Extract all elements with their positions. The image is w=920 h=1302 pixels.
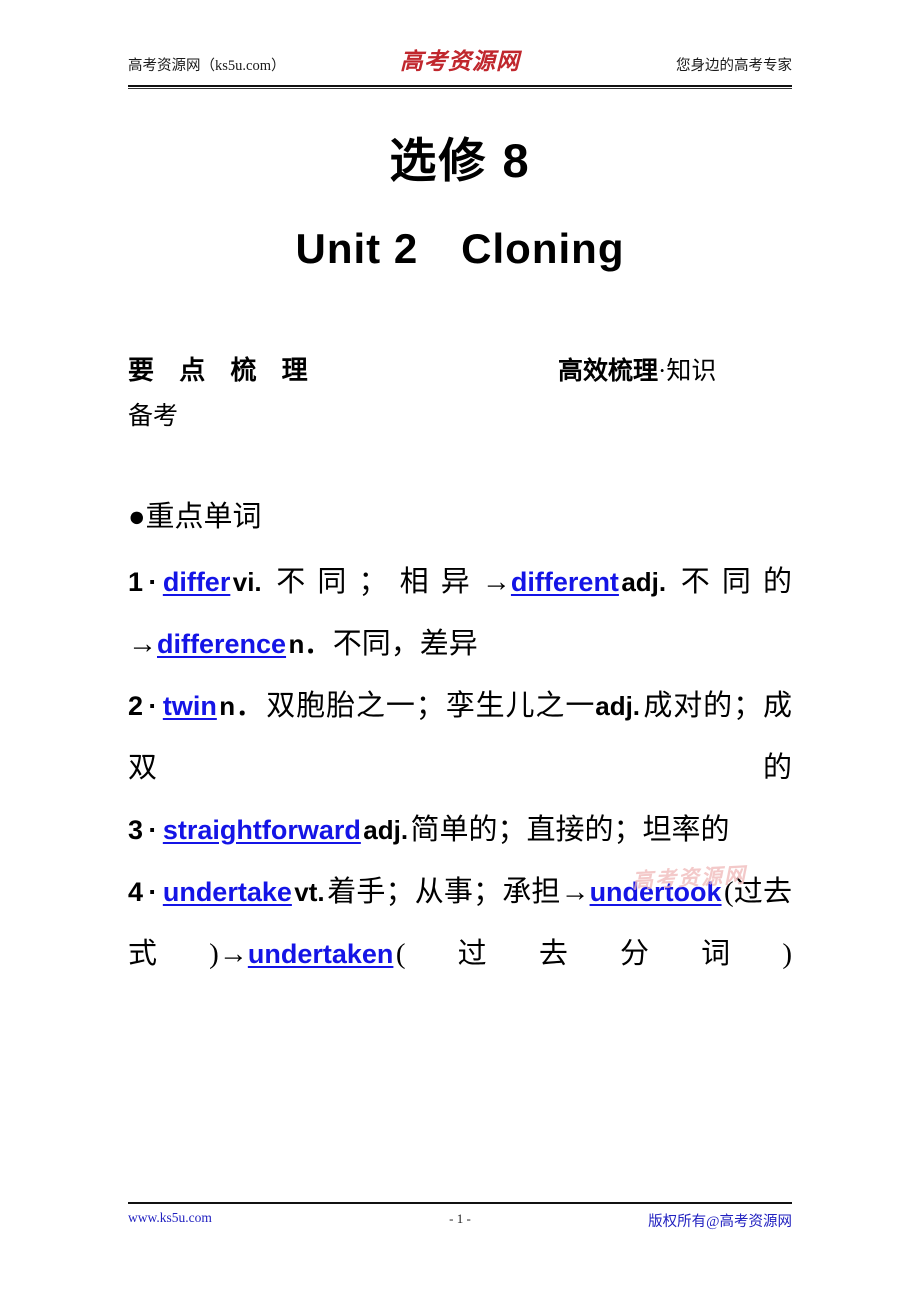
entry-keyword[interactable]: straightforward <box>163 815 361 845</box>
entry-definition: 不同的 <box>668 566 792 598</box>
entry-definition: 不同，差异 <box>332 628 478 660</box>
derivation-arrow-icon: → <box>128 628 157 660</box>
section-subheading-strong: 高效梳理 <box>558 357 659 385</box>
vocabulary-entry: 2 · twin n． 双胞胎之一；孪生儿之一adj. 成对的；成双的 <box>128 675 792 799</box>
entry-keyword[interactable]: twin <box>163 691 217 721</box>
vocabulary-entry: 1 · differ vi. 不同；相异→different adj. 不同的→… <box>128 551 792 675</box>
section-subheading-light: ·知识 <box>658 358 717 385</box>
section-band: 要 点 梳 理 高效梳理·知识 备考 <box>128 350 792 430</box>
entry-keyword[interactable]: differ <box>163 567 231 597</box>
entry-part-of-speech: adj. <box>621 567 667 597</box>
content-body: ●重点单词 1 · differ vi. 不同；相异→different adj… <box>128 493 792 985</box>
section-subheading: 高效梳理·知识 <box>558 351 716 387</box>
entry-keyword[interactable]: undertook <box>590 877 722 907</box>
title-block: 选修 8 Unit 2 Cloning <box>128 130 792 278</box>
footer-copyright: 版权所有@高考资源网 <box>648 1214 792 1230</box>
section-band-line: 要 点 梳 理 高效梳理·知识 备考 <box>128 350 792 430</box>
entry-definition: 着手；从事；承担 <box>327 876 561 908</box>
entry-part-of-speech: adj. <box>363 815 409 845</box>
derivation-arrow-icon: → <box>481 566 511 598</box>
derivation-arrow-icon: → <box>560 876 590 908</box>
header-row: 高考资源网（ks5u.com） 高考资源网 您身边的高考专家 <box>128 48 792 78</box>
entry-keyword[interactable]: difference <box>157 629 286 659</box>
entry-part-of-speech: n． <box>219 691 263 721</box>
entry-number: 1 · <box>128 567 163 597</box>
entry-definition: 不同；相异 <box>264 566 482 598</box>
page-subtitle: Unit 2 Cloning <box>295 225 625 272</box>
page-footer: www.ks5u.com - 1 - 版权所有@高考资源网 <box>128 1210 792 1236</box>
page-header: 高考资源网（ks5u.com） 高考资源网 您身边的高考专家 <box>128 48 792 90</box>
header-tagline: 您身边的高考专家 <box>676 58 792 74</box>
vocabulary-entry: 4 · undertake vt. 着手；从事；承担→undertook (过去… <box>128 861 792 985</box>
entry-keyword[interactable]: undertaken <box>248 939 394 969</box>
brand-logo-text: 高考资源网 <box>400 48 520 75</box>
page-title: 选修 8 <box>389 134 531 187</box>
footer-divider <box>128 1202 792 1204</box>
vocabulary-entry: 3 · straightforward adj. 简单的；直接的；坦率的 <box>128 799 792 861</box>
derivation-arrow-icon: → <box>218 938 248 970</box>
entry-part-of-speech: adj. <box>595 691 641 721</box>
entry-definition: 双胞胎之一；孪生儿之一 <box>265 690 596 722</box>
entry-part-of-speech: vi. <box>232 567 262 597</box>
entry-number: 3 · <box>128 815 163 845</box>
entry-part-of-speech: n． <box>288 629 331 659</box>
entry-part-of-speech: vt. <box>294 877 325 907</box>
vocabulary-list: 1 · differ vi. 不同；相异→different adj. 不同的→… <box>128 551 792 985</box>
entry-number: 2 · <box>128 691 163 721</box>
vocabulary-heading: ●重点单词 <box>128 501 262 533</box>
entry-definition: (过去分词) <box>395 938 792 970</box>
document-page: 高考资源网（ks5u.com） 高考资源网 您身边的高考专家 选修 8 Unit… <box>0 0 920 1302</box>
section-heading: 要 点 梳 理 <box>128 355 317 385</box>
entry-number: 4 · <box>128 877 163 907</box>
section-subheading-wrap: 备考 <box>128 403 179 430</box>
entry-definition: 简单的；直接的；坦率的 <box>410 814 730 846</box>
entry-keyword[interactable]: different <box>511 567 619 597</box>
header-divider <box>128 85 792 89</box>
entry-keyword[interactable]: undertake <box>163 877 292 907</box>
